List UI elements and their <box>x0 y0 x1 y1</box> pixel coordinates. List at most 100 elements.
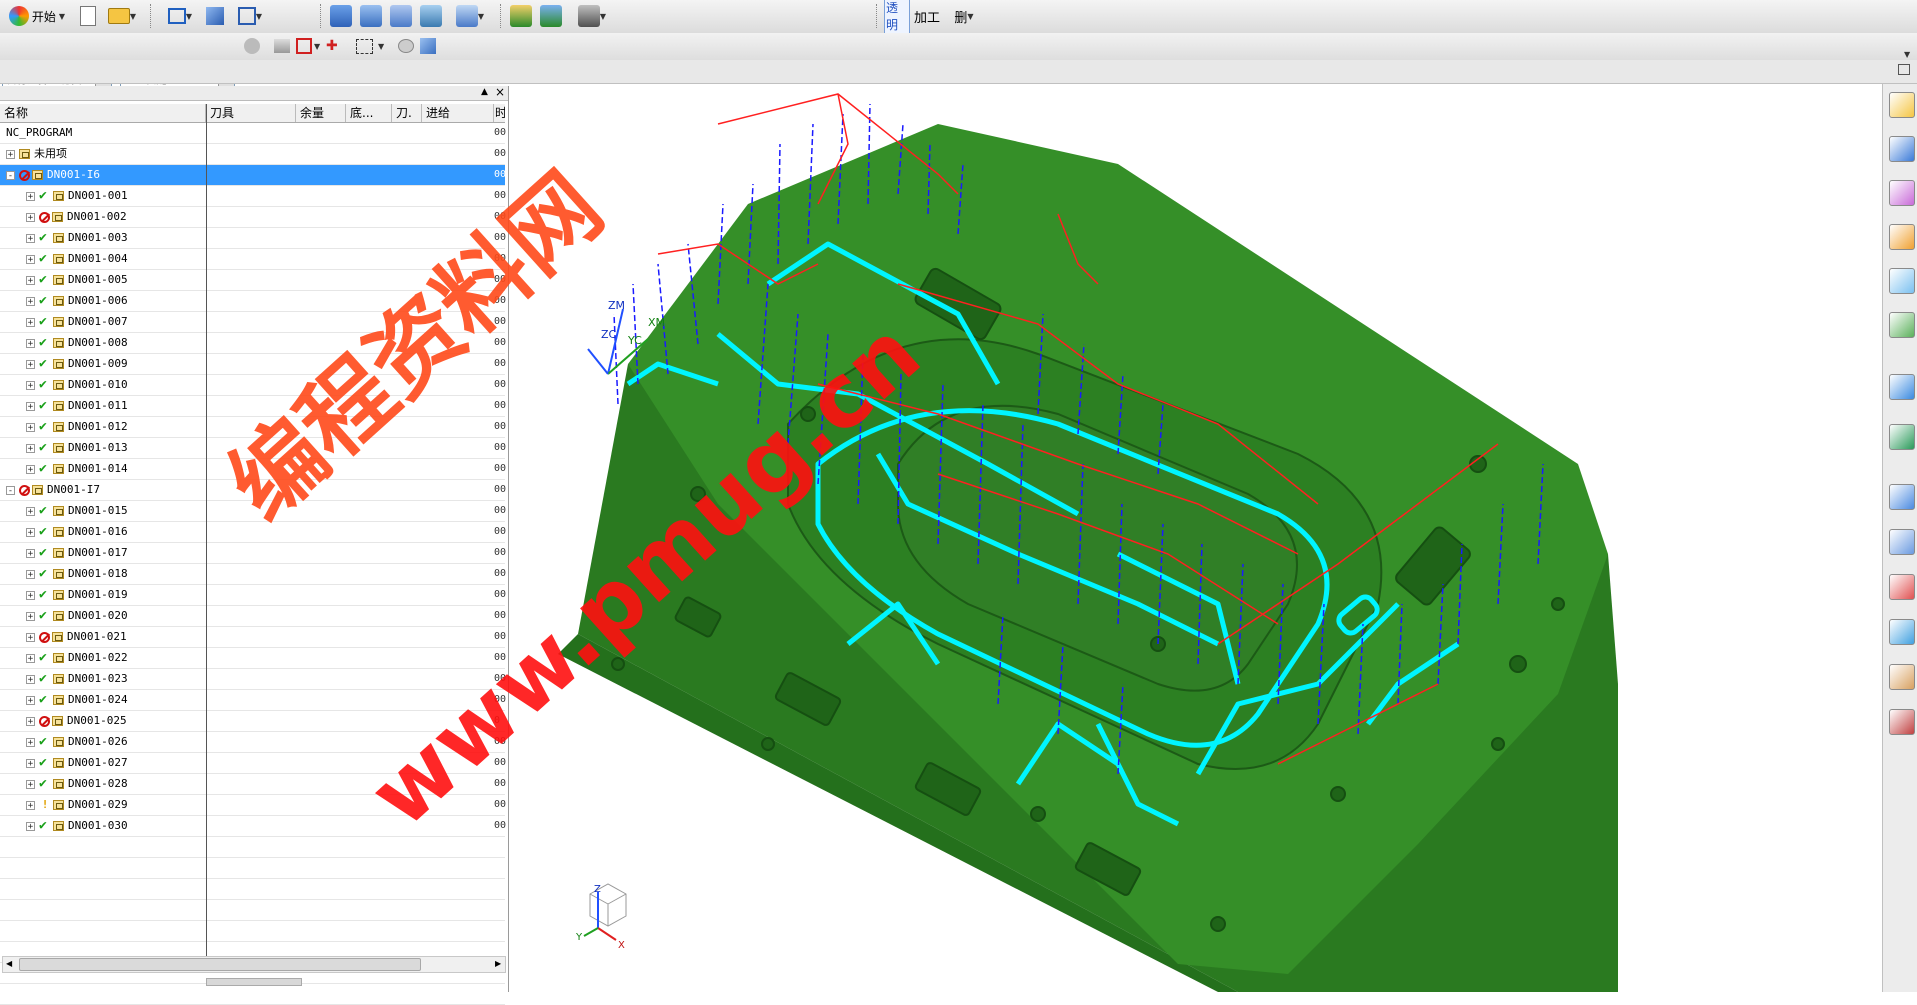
table-row[interactable]: + ✔ DN001-022 00 <box>0 648 506 669</box>
clock-icon[interactable] <box>1889 709 1915 735</box>
generate-toolpath-button[interactable] <box>508 4 534 28</box>
table-row[interactable]: + ✔ DN001-019 00 <box>0 585 506 606</box>
scroll-right-icon[interactable]: ▶ <box>495 957 501 970</box>
point-constructor-icon[interactable] <box>296 38 312 54</box>
expand-icon[interactable]: + <box>26 254 35 264</box>
column-name[interactable]: 名称 <box>0 104 206 122</box>
expand-icon[interactable]: + <box>26 191 35 201</box>
transparent-button[interactable]: 透明 <box>884 0 910 35</box>
rectangle-select-icon[interactable] <box>356 39 373 54</box>
reset-filter-icon[interactable] <box>244 38 260 54</box>
new-file-button[interactable] <box>76 4 100 28</box>
column-floor[interactable]: 底... <box>346 104 392 122</box>
info-icon[interactable] <box>1889 664 1915 690</box>
postprocess-button[interactable]: ▼ <box>570 4 614 28</box>
panel-resize-grip[interactable] <box>206 978 302 986</box>
expand-icon[interactable]: + <box>26 548 35 558</box>
expand-icon[interactable]: + <box>26 653 35 663</box>
expand-icon[interactable]: + <box>6 149 15 159</box>
expand-icon[interactable]: + <box>26 821 35 831</box>
chevron-down-icon[interactable]: ▼ <box>1904 50 1910 59</box>
snap-point-icon[interactable] <box>274 39 290 53</box>
open-file-button[interactable]: ▼ <box>104 4 140 28</box>
chevron-down-icon[interactable]: ▼ <box>314 42 320 51</box>
table-row[interactable]: + ✔ DN001-023 00 <box>0 669 506 690</box>
expand-icon[interactable]: + <box>26 212 35 222</box>
hd3d-tools-icon[interactable] <box>1889 268 1915 294</box>
expand-icon[interactable]: + <box>26 569 35 579</box>
collapse-icon[interactable]: - <box>6 170 15 180</box>
expand-icon[interactable]: + <box>26 233 35 243</box>
geometry-view-button[interactable] <box>388 4 414 28</box>
expand-icon[interactable]: + <box>26 737 35 747</box>
table-row[interactable]: NC_PROGRAM 00 <box>0 123 506 144</box>
expand-icon[interactable]: + <box>26 800 35 810</box>
delete-button[interactable]: 删 ▼ <box>944 4 984 28</box>
palette-icon[interactable] <box>1889 619 1915 645</box>
close-icon[interactable]: × <box>495 85 505 99</box>
table-row[interactable]: + 未用项 00 <box>0 144 506 165</box>
column-tool[interactable]: 刀具 <box>206 104 296 122</box>
select-body-icon[interactable] <box>420 38 436 54</box>
shaded-view-button[interactable] <box>202 4 228 28</box>
expand-icon[interactable]: + <box>26 380 35 390</box>
expand-icon[interactable]: + <box>26 401 35 411</box>
expand-icon[interactable]: + <box>26 464 35 474</box>
collapse-icon[interactable]: - <box>6 485 15 495</box>
expand-icon[interactable]: + <box>26 674 35 684</box>
program-order-view-button[interactable] <box>328 4 354 28</box>
select-view-button[interactable]: ▼ <box>160 4 200 28</box>
method-view-button[interactable] <box>418 4 444 28</box>
history-icon[interactable] <box>1889 374 1915 400</box>
expand-icon[interactable]: + <box>26 716 35 726</box>
chevron-down-icon[interactable]: ▼ <box>378 42 384 51</box>
expand-icon[interactable]: + <box>26 632 35 642</box>
pin-icon[interactable]: ▲ <box>481 87 488 97</box>
wireframe-view-button[interactable]: ▼ <box>232 4 268 28</box>
expand-icon[interactable]: + <box>26 590 35 600</box>
expand-icon[interactable]: + <box>26 443 35 453</box>
scroll-left-icon[interactable]: ◀ <box>6 957 12 970</box>
expand-icon[interactable]: + <box>26 422 35 432</box>
visual-report-icon[interactable] <box>1889 484 1915 510</box>
scrollbar-thumb[interactable] <box>19 958 421 971</box>
expand-icon[interactable]: + <box>26 758 35 768</box>
column-stock[interactable]: 余量 <box>296 104 346 122</box>
web-browser-icon[interactable] <box>1889 312 1915 338</box>
column-feed[interactable]: 进给 <box>422 104 494 122</box>
create-operation-button[interactable]: ▼ <box>448 4 492 28</box>
roles-icon[interactable] <box>1889 529 1915 555</box>
horizontal-scrollbar[interactable]: ◀ ▶ <box>2 956 506 973</box>
machine-tool-view-button[interactable] <box>358 4 384 28</box>
expand-icon[interactable]: + <box>26 317 35 327</box>
expand-icon[interactable]: + <box>26 296 35 306</box>
table-row[interactable]: + ✔ DN001-016 00 <box>0 522 506 543</box>
part-navigator-icon[interactable] <box>1889 180 1915 206</box>
expand-icon[interactable]: + <box>26 338 35 348</box>
table-row[interactable]: + ✔ DN001-018 00 <box>0 564 506 585</box>
expand-icon[interactable]: + <box>26 695 35 705</box>
constraint-navigator-icon[interactable] <box>1889 136 1915 162</box>
expand-icon[interactable]: + <box>26 359 35 369</box>
system-materials-icon[interactable] <box>1889 574 1915 600</box>
assembly-navigator-icon[interactable] <box>1889 92 1915 118</box>
deselect-all-icon[interactable] <box>398 39 414 53</box>
table-row[interactable]: + ✔ DN001-017 00 <box>0 543 506 564</box>
table-row[interactable]: + ✔ DN001-020 00 <box>0 606 506 627</box>
table-row[interactable]: + DN001-002 00 <box>0 207 506 228</box>
expand-icon[interactable]: + <box>26 527 35 537</box>
expand-icon[interactable]: + <box>26 611 35 621</box>
process-studio-icon[interactable] <box>1889 424 1915 450</box>
table-row[interactable]: + ✔ DN001-001 00 <box>0 186 506 207</box>
verify-toolpath-button[interactable] <box>538 4 564 28</box>
expand-icon[interactable]: + <box>26 275 35 285</box>
machining-button[interactable]: 加工 <box>914 4 940 28</box>
column-time[interactable]: 时 <box>494 104 505 122</box>
column-tool-number[interactable]: 刀. <box>392 104 422 122</box>
start-button[interactable]: 开始 ▼ <box>4 4 70 28</box>
table-row[interactable]: + DN001-021 00 <box>0 627 506 648</box>
window-restore-icon[interactable] <box>1898 64 1910 75</box>
expand-icon[interactable]: + <box>26 506 35 516</box>
reuse-library-icon[interactable] <box>1889 224 1915 250</box>
intersection-point-icon[interactable]: ✚ <box>326 38 342 54</box>
